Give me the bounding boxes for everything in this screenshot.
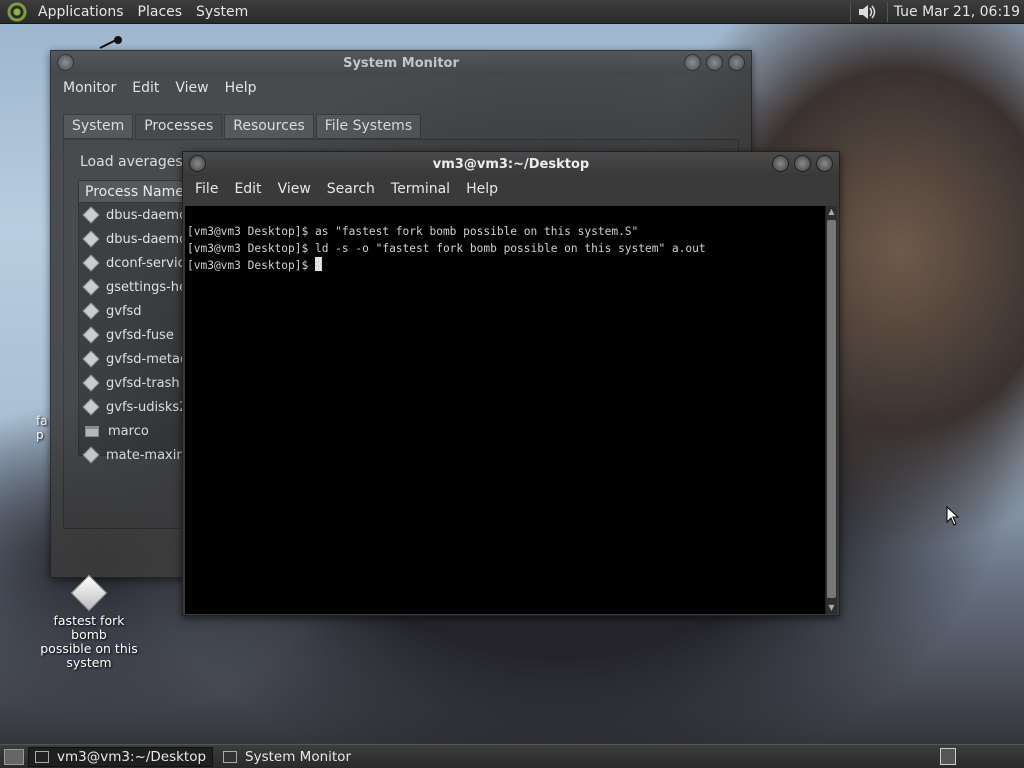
process-name: gvfsd-fuse (106, 327, 174, 343)
process-name: gvfs-udisks2- (106, 399, 193, 415)
executable-icon (70, 574, 108, 612)
menu-file[interactable]: File (187, 181, 226, 197)
diamond-icon (82, 254, 100, 272)
desktop-icon-label-line: fastest fork bomb (53, 613, 125, 642)
tab-file-systems[interactable]: File Systems (315, 114, 422, 139)
system-monitor-titlebar[interactable]: System Monitor (51, 51, 751, 75)
terminal-prompt: [vm3@vm3 Desktop]$ (187, 259, 315, 272)
taskbar-item-terminal[interactable]: vm3@vm3:~/Desktop (28, 746, 214, 767)
terminal-line: [vm3@vm3 Desktop]$ as "fastest fork bomb… (187, 225, 639, 238)
terminal-output[interactable]: [vm3@vm3 Desktop]$ as "fastest fork bomb… (185, 206, 825, 614)
show-desktop-icon[interactable] (4, 748, 24, 765)
tab-resources[interactable]: Resources (224, 114, 314, 139)
menu-help[interactable]: Help (458, 181, 506, 197)
desktop-icon-partial-label[interactable]: fa p (36, 414, 48, 442)
diamond-icon (82, 398, 100, 416)
close-button[interactable] (816, 155, 833, 172)
partial-label-line: p (36, 428, 44, 442)
menu-search[interactable]: Search (319, 181, 383, 197)
diamond-icon (82, 374, 100, 392)
process-name: gvfsd-trash (106, 375, 180, 391)
diamond-icon (82, 206, 100, 224)
scrollbar-thumb[interactable] (827, 220, 836, 598)
tab-processes[interactable]: Processes (135, 114, 223, 139)
applications-menu[interactable]: Applications (31, 4, 131, 20)
window-menu-button[interactable] (57, 54, 74, 71)
system-monitor-menubar: Monitor Edit View Help (51, 75, 751, 101)
diamond-icon (82, 326, 100, 344)
desktop-icon-label-line: system (66, 655, 112, 670)
terminal-titlebar[interactable]: vm3@vm3:~/Desktop (183, 152, 839, 176)
tab-bar: System Processes Resources File Systems (63, 114, 423, 139)
diamond-icon (82, 446, 100, 464)
tab-system[interactable]: System (63, 114, 134, 139)
menu-help[interactable]: Help (217, 80, 265, 96)
window-icon (85, 425, 99, 437)
places-menu[interactable]: Places (131, 4, 190, 20)
volume-icon[interactable] (857, 3, 877, 21)
menu-view[interactable]: View (270, 181, 319, 197)
menu-view[interactable]: View (167, 80, 216, 96)
distro-logo-icon[interactable] (7, 1, 27, 22)
diamond-icon (82, 350, 100, 368)
desktop-file-icon[interactable]: fastest fork bomb possible on this syste… (34, 574, 144, 670)
panel-separator (849, 1, 851, 22)
mouse-pointer-icon (946, 506, 960, 526)
diamond-icon (82, 302, 100, 320)
diamond-icon (82, 278, 100, 296)
top-panel: Applications Places System Tue Mar 21, 0… (0, 0, 1024, 24)
terminal-icon (35, 750, 49, 763)
scroll-up-arrow-icon[interactable]: ▲ (827, 207, 836, 217)
notification-area: Tue Mar 21, 06:19 (844, 0, 1024, 24)
network-icon[interactable] (98, 36, 126, 50)
taskbar-item-system-monitor[interactable]: System Monitor (217, 747, 357, 767)
system-menu[interactable]: System (189, 4, 255, 20)
terminal-scrollbar[interactable]: ▲ ▼ (825, 206, 837, 614)
text-cursor (314, 257, 322, 271)
process-name: marco (108, 423, 149, 439)
minimize-button[interactable] (684, 54, 701, 71)
process-name: gvfsd (106, 303, 142, 319)
partial-label-line: fa (36, 414, 48, 428)
maximize-button[interactable] (706, 54, 723, 71)
system-monitor-icon (223, 750, 238, 763)
taskbar-item-label: vm3@vm3:~/Desktop (57, 748, 207, 765)
window-title: System Monitor (343, 55, 459, 71)
close-button[interactable] (728, 54, 745, 71)
clock[interactable]: Tue Mar 21, 06:19 (894, 4, 1024, 20)
terminal-window: vm3@vm3:~/Desktop File Edit View Search … (182, 151, 840, 616)
terminal-line: [vm3@vm3 Desktop]$ ld -s -o "fastest for… (187, 242, 706, 255)
minimize-button[interactable] (772, 155, 789, 172)
menu-terminal[interactable]: Terminal (383, 181, 458, 197)
menu-monitor[interactable]: Monitor (55, 80, 124, 96)
window-title: vm3@vm3:~/Desktop (432, 156, 590, 172)
trash-icon[interactable] (940, 748, 956, 765)
taskbar-item-label: System Monitor (245, 748, 351, 765)
bottom-panel: vm3@vm3:~/Desktop System Monitor (0, 744, 1024, 768)
terminal-menubar: File Edit View Search Terminal Help (183, 176, 839, 202)
diamond-icon (82, 230, 100, 248)
desktop-icon-label-line: possible on this (40, 641, 138, 656)
panel-separator (886, 1, 888, 22)
window-menu-button[interactable] (189, 155, 206, 172)
menu-edit[interactable]: Edit (124, 80, 167, 96)
menu-edit[interactable]: Edit (226, 181, 269, 197)
scroll-down-arrow-icon[interactable]: ▼ (827, 603, 836, 613)
maximize-button[interactable] (794, 155, 811, 172)
process-name: dconf-service (106, 255, 193, 271)
